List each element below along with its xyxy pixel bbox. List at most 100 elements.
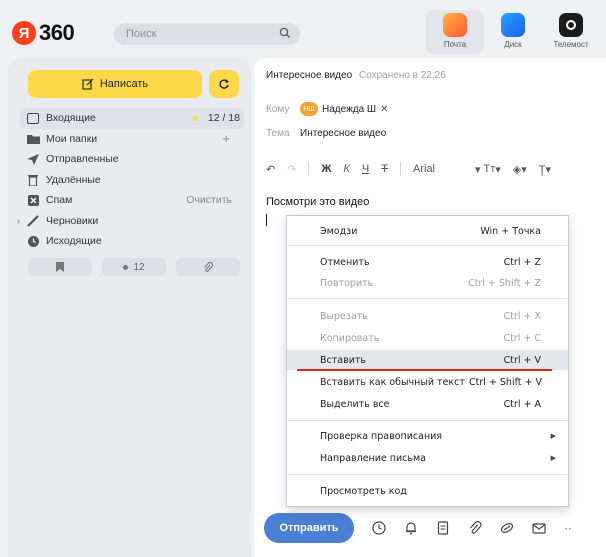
menu-item-label: Отменить <box>320 256 370 268</box>
menu-item-label: Проверка правописания <box>320 430 443 442</box>
cloud-attach-icon[interactable] <box>500 521 514 535</box>
inbox-icon <box>26 112 40 124</box>
template-icon[interactable] <box>436 521 450 535</box>
sidebar-item-label: Исходящие <box>46 235 102 248</box>
filter-attachments[interactable] <box>176 258 240 276</box>
menu-item-paste-plain[interactable]: Вставить как обычный текст Ctrl + Shift … <box>287 372 568 392</box>
app-disk-label: Диск <box>504 40 522 49</box>
menu-item-select-all[interactable]: Выделить все Ctrl + A <box>287 394 568 414</box>
strikethrough-button[interactable]: Т <box>381 163 388 175</box>
clock-icon <box>26 235 40 247</box>
subject-row: Тема Интересное видео <box>266 128 386 139</box>
yandex-360-logo[interactable]: Я 360 <box>12 20 75 46</box>
inbox-count: 12 / 18 <box>207 112 240 125</box>
paperclip-icon <box>204 261 213 272</box>
bookmark-icon <box>56 262 64 272</box>
menu-separator <box>288 298 567 299</box>
compose-icon <box>82 78 94 90</box>
quick-filters: 12 <box>28 258 240 276</box>
app-mail[interactable]: Почта <box>426 10 484 54</box>
schedule-icon[interactable] <box>372 521 386 535</box>
sidebar-item-label: Черновики <box>46 214 99 227</box>
menu-item-shortcut: Ctrl + Z <box>503 256 541 268</box>
sidebar-item-sent[interactable]: Отправленные <box>26 149 244 170</box>
sidebar-item-my-folders[interactable]: Мои папки + <box>26 129 244 150</box>
bell-icon[interactable] <box>404 521 418 535</box>
menu-item-paste[interactable]: Вставить Ctrl + V <box>287 350 568 370</box>
send-row: Отправить ·· <box>264 513 572 543</box>
envelope-icon[interactable] <box>532 521 546 535</box>
font-family-select[interactable]: Arial <box>413 163 435 175</box>
align-select[interactable]: Ţ▾ <box>539 163 551 176</box>
send-options: ·· <box>372 521 572 535</box>
spam-icon <box>26 194 40 206</box>
disk-icon <box>501 13 525 37</box>
app-disk[interactable]: Диск <box>484 10 542 54</box>
menu-item-label: Копировать <box>320 332 380 344</box>
compose-button[interactable]: Написать <box>28 70 202 98</box>
menu-item-view-source[interactable]: Просмотреть код <box>287 481 568 501</box>
app-mail-label: Почта <box>443 40 467 49</box>
recipient-name[interactable]: Надежда Ш <box>322 104 376 115</box>
font-size-select[interactable]: ▾ Тт ▾ <box>475 163 501 176</box>
app-telemost[interactable]: Телемост <box>542 10 600 54</box>
top-bar: Я 360 Поиск Почта Диск Телемост <box>0 0 606 56</box>
sidebar-item-label: Входящие <box>46 112 96 125</box>
sidebar-item-spam[interactable]: Спам Очистить <box>26 190 244 211</box>
send-button[interactable]: Отправить <box>264 513 354 543</box>
clear-spam-button[interactable]: Очистить <box>186 194 232 206</box>
subject-label: Тема <box>266 128 290 139</box>
menu-item-label: Повторить <box>320 277 374 289</box>
menu-item-shortcut: Ctrl + Shift + V <box>469 376 542 388</box>
add-folder-button[interactable]: + <box>222 131 230 146</box>
filter-unread[interactable]: 12 <box>102 258 166 276</box>
refresh-button[interactable] <box>209 70 239 98</box>
subject-field[interactable]: Интересное видео <box>300 128 386 139</box>
menu-item-spellcheck[interactable]: Проверка правописания ▶ <box>287 426 568 446</box>
compose-header: Интересное видео Сохранено в 22:26 <box>266 70 446 81</box>
redo-icon[interactable]: ↷ <box>287 163 296 176</box>
filter-bookmarked[interactable] <box>28 258 92 276</box>
send-icon <box>26 153 40 165</box>
sidebar-item-inbox[interactable]: Входящие 12 / 18 <box>20 108 244 129</box>
text-color-select[interactable]: ◈▾ <box>513 163 527 176</box>
menu-item-emoji[interactable]: Эмодзи Win + Точка <box>287 221 568 241</box>
context-menu: Эмодзи Win + Точка Отменить Ctrl + Z Пов… <box>286 215 569 507</box>
app-switcher: Почта Диск Телемост <box>426 10 600 54</box>
menu-item-undo[interactable]: Отменить Ctrl + Z <box>287 252 568 272</box>
menu-item-label: Эмодзи <box>320 225 358 237</box>
bold-button[interactable]: Ж <box>321 163 331 175</box>
attach-icon[interactable] <box>468 521 482 535</box>
sidebar-item-label: Мои папки <box>46 132 98 145</box>
submenu-arrow-icon: ▶ <box>550 432 556 440</box>
trash-icon <box>26 174 40 186</box>
logo-letter: Я <box>12 21 36 45</box>
format-toolbar: ↶ ↷ Ж К Ч Т Arial ▾ Тт ▾ ◈▾ Ţ▾ <box>266 160 606 178</box>
menu-item-writing-direction[interactable]: Направление письма ▶ <box>287 448 568 468</box>
more-icon[interactable]: ·· <box>564 521 572 535</box>
unread-dot-icon <box>123 264 129 270</box>
remove-recipient-icon[interactable]: ✕ <box>380 104 388 115</box>
message-body[interactable]: Посмотри это видео <box>266 196 369 208</box>
saved-status: Сохранено в 22:26 <box>358 70 446 81</box>
chevron-right-icon[interactable]: › <box>17 216 20 226</box>
compose-label: Написать <box>99 78 149 90</box>
toolbar-divider <box>399 162 401 176</box>
compose-title: Интересное видео <box>266 70 353 81</box>
sidebar-item-drafts[interactable]: › Черновики <box>17 211 244 232</box>
font-size-label: Тт <box>483 163 496 175</box>
menu-item-shortcut: Ctrl + X <box>503 310 541 322</box>
sidebar-item-outbox[interactable]: Исходящие <box>26 231 244 252</box>
sidebar-item-trash[interactable]: Удалённые <box>26 170 244 191</box>
undo-icon[interactable]: ↶ <box>266 163 275 176</box>
menu-separator <box>288 474 567 475</box>
search-placeholder: Поиск <box>126 28 157 40</box>
italic-button[interactable]: К <box>343 163 349 175</box>
underline-button[interactable]: Ч <box>362 163 369 175</box>
search-input[interactable]: Поиск <box>114 23 300 45</box>
menu-item-copy: Копировать Ctrl + C <box>287 328 568 348</box>
menu-item-shortcut: Ctrl + C <box>503 332 541 344</box>
mail-icon <box>443 13 467 37</box>
menu-item-redo: Повторить Ctrl + Shift + Z <box>287 273 568 293</box>
search-icon[interactable] <box>279 27 291 39</box>
